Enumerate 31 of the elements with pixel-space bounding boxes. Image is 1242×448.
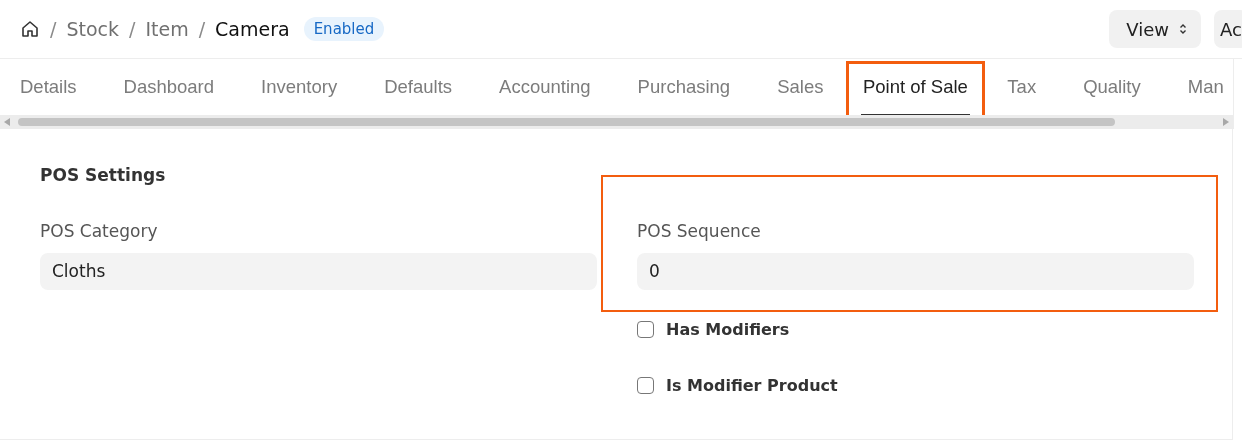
tab[interactable]: Details (0, 59, 101, 115)
tab[interactable]: Inventory (237, 59, 361, 115)
checkbox[interactable] (637, 320, 654, 338)
checkbox-label: Is Modifier Product (666, 375, 838, 395)
breadcrumb-link[interactable]: Item (145, 18, 189, 40)
checkbox[interactable] (637, 376, 654, 394)
home-icon[interactable] (20, 19, 40, 39)
section-title: POS Settings (40, 165, 167, 185)
breadcrumb-separator: / (129, 18, 136, 40)
tab[interactable]: Accounting (475, 59, 615, 115)
breadcrumb-separator: / (50, 18, 57, 40)
status-badge: Enabled (303, 17, 385, 41)
tab[interactable]: Defaults (360, 59, 476, 115)
tab[interactable]: Sales (753, 59, 847, 115)
breadcrumb-separator: / (198, 18, 206, 40)
tab[interactable]: Man (1164, 59, 1233, 115)
input-field[interactable]: 0 (637, 253, 1194, 290)
tab[interactable]: Tax (983, 59, 1060, 115)
sort-caret-icon (1179, 23, 1187, 35)
input-field[interactable]: Cloths (40, 253, 597, 290)
tab[interactable]: Purchasing (614, 59, 754, 115)
horizontal-scrollbar[interactable] (0, 115, 1233, 129)
action-button[interactable]: Ac (1214, 10, 1242, 48)
breadcrumb-link[interactable]: Stock (66, 18, 119, 40)
field-label: POS Category (40, 221, 159, 241)
tab[interactable]: Quality (1059, 59, 1165, 115)
tab[interactable]: Dashboard (100, 59, 238, 115)
checkbox-label: Has Modifiers (666, 319, 790, 339)
page-title: Camera (215, 18, 290, 40)
view-dropdown[interactable]: View (1109, 10, 1201, 48)
field-label: POS Sequence (637, 221, 762, 241)
